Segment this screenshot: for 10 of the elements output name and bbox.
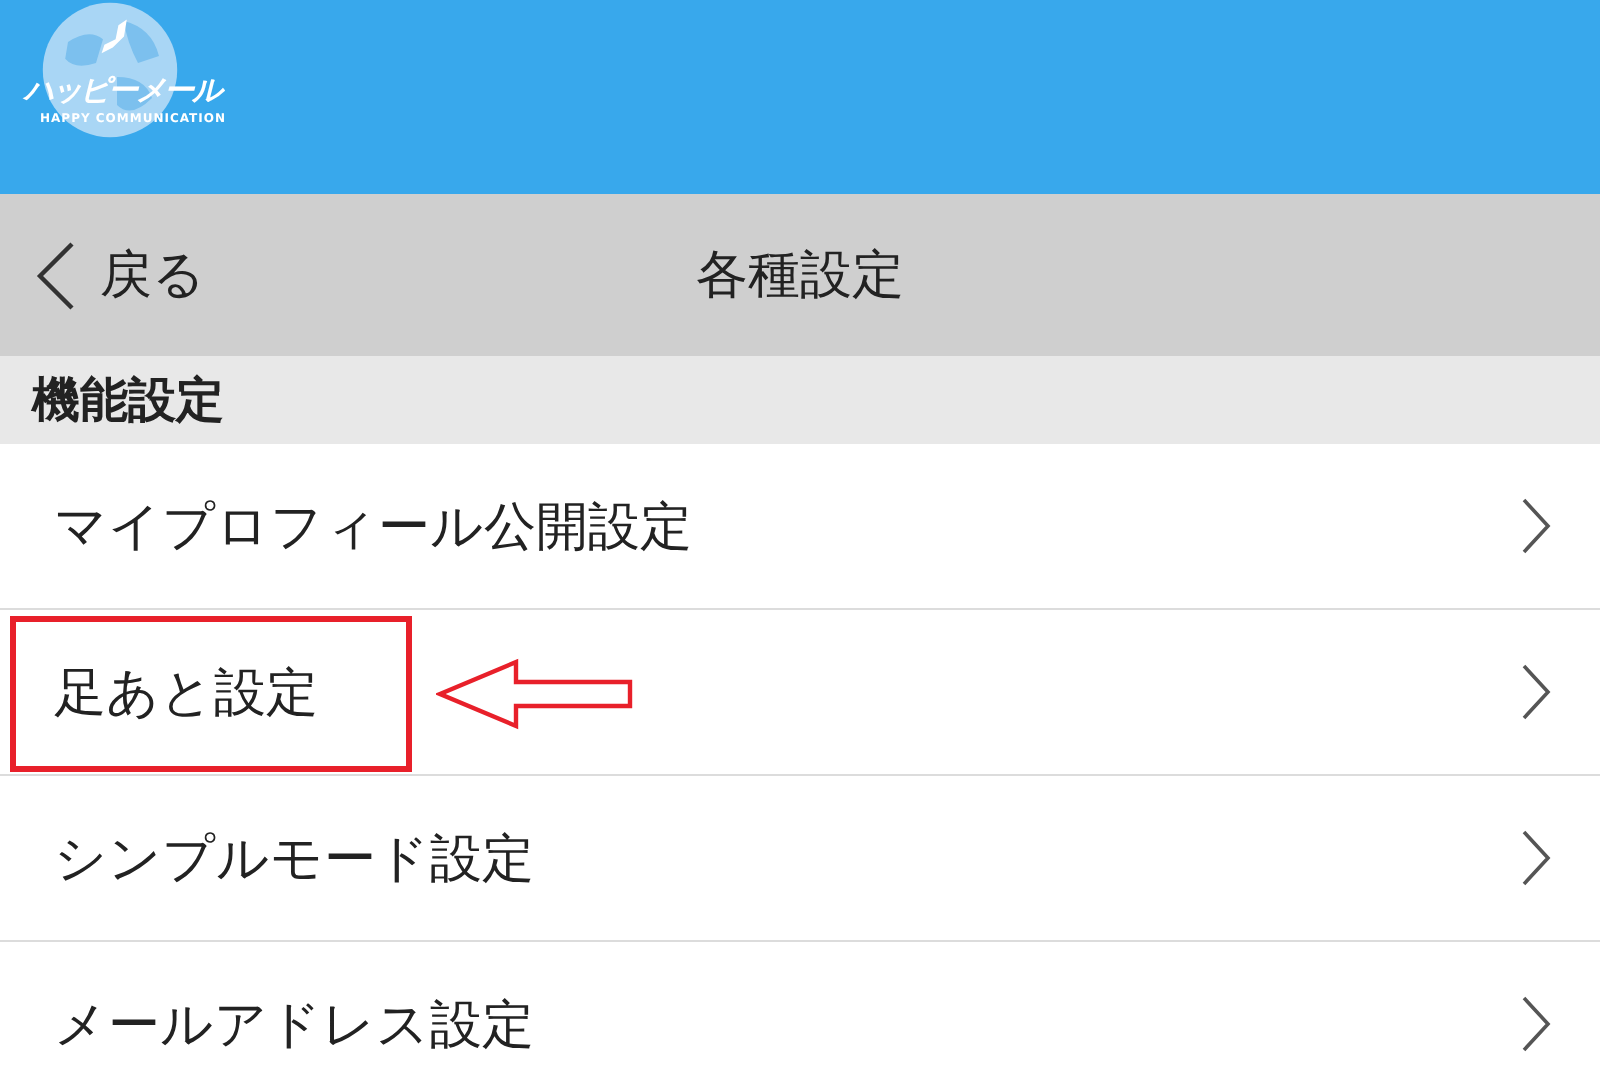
nav-title: 各種設定 (694, 244, 906, 310)
chevron-right-icon (1520, 662, 1552, 722)
chevron-right-icon (1520, 994, 1552, 1054)
section-title: 機能設定 (32, 370, 224, 432)
arrow-left-icon (436, 658, 636, 730)
chevron-right-icon (1520, 496, 1552, 556)
back-button[interactable]: 戻る (0, 239, 360, 311)
chevron-right-icon (1520, 828, 1552, 888)
back-chevron-icon (32, 239, 80, 311)
settings-row[interactable]: 足あと設定 (0, 610, 1600, 776)
